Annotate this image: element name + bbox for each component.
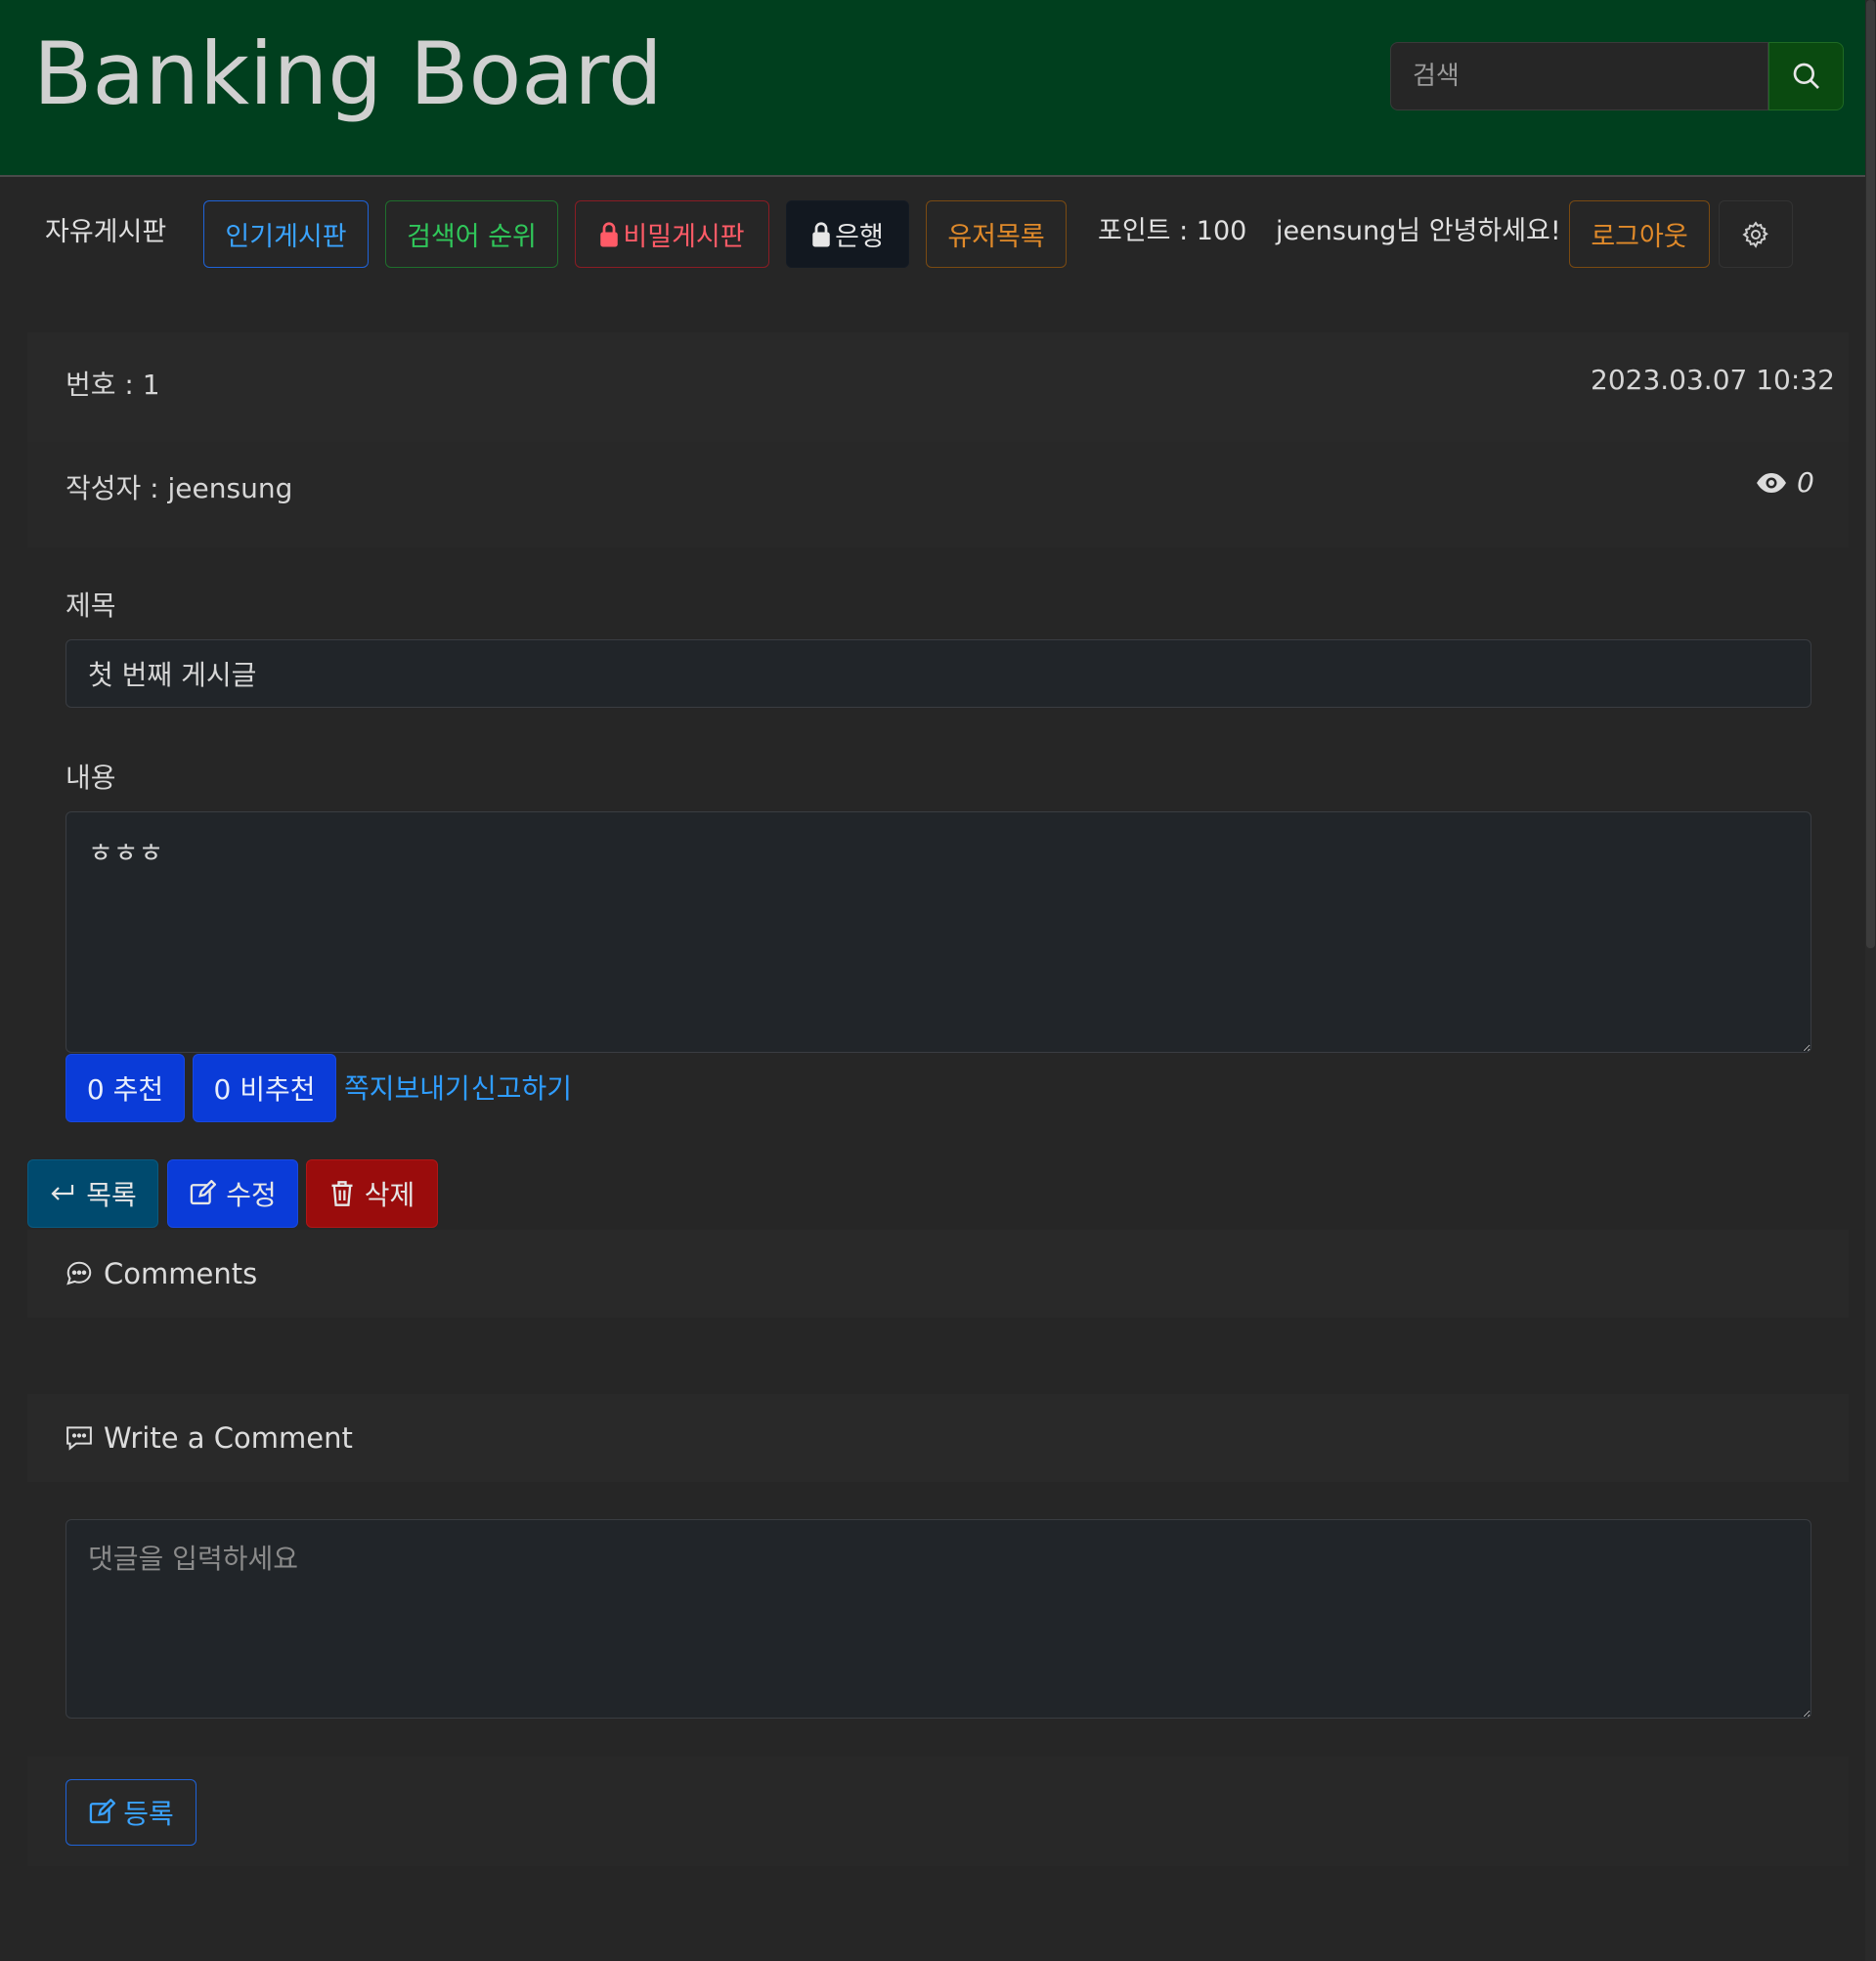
nav-search-rank-button[interactable]: 검색어 순위: [385, 200, 558, 268]
nav-user-list-button[interactable]: 유저목록: [926, 200, 1067, 268]
post-date: 2023.03.07 10:32: [1591, 364, 1835, 396]
scrollbar-thumb[interactable]: [1866, 0, 1875, 948]
list-button[interactable]: 목록: [27, 1159, 158, 1228]
edit-button-label: 수정: [226, 1179, 277, 1211]
brand-title[interactable]: Banking Board: [33, 26, 663, 122]
eye-icon: [1757, 472, 1786, 493]
post-author-panel: [27, 442, 1849, 547]
comment-write-icon: [66, 1426, 92, 1451]
view-count-value: 0: [1797, 466, 1814, 499]
chat-bubble-icon: [66, 1261, 92, 1286]
downvote-button[interactable]: 0 비추천: [193, 1054, 336, 1122]
upvote-button[interactable]: 0 추천: [65, 1054, 185, 1122]
nav-popular-board-button[interactable]: 인기게시판: [203, 200, 369, 268]
post-author: 작성자 : jeensung: [65, 472, 293, 504]
edit-icon: [89, 1799, 116, 1824]
search-icon: [1793, 63, 1819, 89]
view-count: 0: [1756, 466, 1814, 499]
edit-icon: [190, 1180, 217, 1205]
title-field[interactable]: 첫 번째 게시글: [65, 639, 1811, 708]
settings-button[interactable]: [1719, 200, 1793, 268]
edit-button[interactable]: 수정: [167, 1159, 298, 1228]
content-label: 내용: [65, 762, 116, 794]
nav-bank-button[interactable]: 은행: [786, 200, 909, 268]
title-label: 제목: [65, 589, 116, 622]
search-input[interactable]: [1390, 42, 1768, 110]
post-info-panel: [27, 332, 1849, 442]
nav-free-board[interactable]: 자유게시판: [45, 219, 166, 245]
comments-title: Comments: [104, 1257, 258, 1290]
post-number: 번호 : 1: [65, 369, 160, 401]
comments-header: Comments: [27, 1230, 1849, 1318]
logout-button[interactable]: 로그아웃: [1569, 200, 1710, 268]
lock-icon: [600, 221, 619, 246]
write-comment-title: Write a Comment: [104, 1421, 353, 1455]
gear-icon: [1742, 220, 1768, 248]
report-link[interactable]: 신고하기: [471, 1068, 572, 1107]
secret-board-label: 비밀게시판: [623, 222, 745, 252]
return-arrow-icon: [51, 1185, 74, 1200]
lock-icon: [812, 221, 830, 246]
delete-button[interactable]: 삭제: [306, 1159, 438, 1228]
points-display: 포인트 : 100: [1098, 216, 1247, 246]
write-comment-header: Write a Comment: [27, 1394, 1849, 1482]
submit-comment-button[interactable]: 등록: [65, 1779, 196, 1846]
nav-secret-board-button[interactable]: 비밀게시판: [575, 200, 769, 268]
submit-comment-label: 등록: [123, 1798, 174, 1830]
send-message-link[interactable]: 쪽지보내기: [344, 1068, 470, 1107]
submit-row: [27, 1757, 1849, 1866]
search-button[interactable]: [1768, 42, 1844, 110]
comment-input[interactable]: [65, 1519, 1811, 1719]
greeting-text: jeensung님 안녕하세요!: [1276, 216, 1561, 246]
content-field[interactable]: ㅎㅎㅎ: [65, 811, 1811, 1053]
bank-label: 은행: [835, 222, 884, 252]
trash-icon: [331, 1181, 353, 1206]
list-button-label: 목록: [86, 1179, 137, 1211]
delete-button-label: 삭제: [364, 1179, 415, 1211]
